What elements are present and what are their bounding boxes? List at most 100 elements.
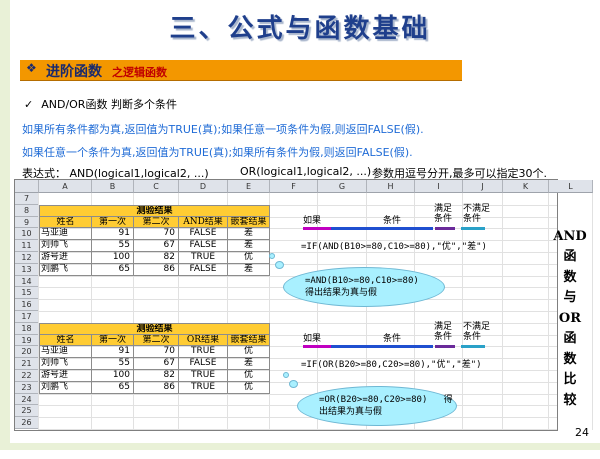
table2-cell[interactable]: 优	[228, 370, 270, 382]
annot1-cloud-text: =AND(B10>=80,C10>=80) 得出结果为真与假	[305, 275, 419, 298]
table2-cell[interactable]: TRUE	[179, 381, 228, 394]
table2-cell[interactable]: 70	[134, 346, 179, 359]
table2-cell[interactable]: 优	[228, 381, 270, 394]
table2-header-2: 第二次	[134, 334, 179, 347]
table1-cell[interactable]: 游号进	[39, 252, 92, 264]
row-header-16[interactable]: 16	[15, 299, 39, 311]
row-header-19[interactable]: 19	[15, 334, 39, 347]
row-header-21[interactable]: 21	[15, 358, 39, 370]
table1-header-3: AND结果	[179, 216, 228, 229]
column-header-i[interactable]: I	[415, 180, 463, 193]
table2-cell[interactable]: 67	[134, 358, 179, 370]
annot1-bar-unsatisfied	[461, 226, 485, 230]
table1-cell[interactable]: FALSE	[179, 228, 228, 241]
row-header-11[interactable]: 11	[15, 240, 39, 252]
row-header-12[interactable]: 12	[15, 252, 39, 264]
column-header-d[interactable]: D	[179, 180, 228, 193]
table2-cell[interactable]: 91	[92, 346, 134, 359]
annot2-formula: =IF(OR(B20>=80,C20>=80),"优","差")	[301, 360, 482, 371]
column-header-c[interactable]: C	[134, 180, 179, 193]
row-header-15[interactable]: 15	[15, 287, 39, 300]
table2-cell[interactable]: 优	[228, 346, 270, 359]
annot2-label-if: 如果	[303, 333, 322, 344]
table1-cell[interactable]: 91	[92, 228, 134, 241]
table1-cell[interactable]: 70	[134, 228, 179, 241]
table2-cell[interactable]: 游号进	[39, 370, 92, 382]
table2-cell[interactable]: 55	[92, 358, 134, 370]
side-label-char: 函	[563, 331, 577, 347]
table1-cell[interactable]: FALSE	[179, 240, 228, 252]
table2-cell[interactable]: 马亚迪	[39, 346, 92, 359]
column-header-g[interactable]: G	[318, 180, 367, 193]
table2-cell[interactable]: FALSE	[179, 358, 228, 370]
annot1-bar-satisfied	[435, 226, 455, 230]
row-header-8[interactable]: 8	[15, 204, 39, 217]
table2-cell[interactable]: 刘帅飞	[39, 358, 92, 370]
table1-header-0: 姓名	[39, 216, 92, 229]
column-header-j[interactable]: J	[463, 180, 503, 193]
row-header-13[interactable]: 13	[15, 263, 39, 276]
table2-header-0: 姓名	[39, 334, 92, 347]
table1-cell[interactable]: 刘鹏飞	[39, 263, 92, 276]
row-header-23[interactable]: 23	[15, 381, 39, 394]
table2-cell[interactable]: TRUE	[179, 346, 228, 359]
table1-cell[interactable]: TRUE	[179, 252, 228, 264]
annot1-cloud-tail	[275, 260, 284, 269]
table1-cell[interactable]: 65	[92, 263, 134, 276]
column-header-f[interactable]: F	[270, 180, 318, 193]
table1-cell[interactable]: 67	[134, 240, 179, 252]
table2-cell[interactable]: 100	[92, 370, 134, 382]
table1-cell[interactable]: 差	[228, 263, 270, 276]
table1-cell[interactable]: 优	[228, 252, 270, 264]
row-header-17[interactable]: 17	[15, 311, 39, 323]
table1-cell[interactable]: FALSE	[179, 263, 228, 276]
table2-cell[interactable]: 65	[92, 381, 134, 394]
row-header-20[interactable]: 20	[15, 346, 39, 359]
column-header-h[interactable]: H	[367, 180, 415, 193]
table1-cell[interactable]: 100	[92, 252, 134, 264]
row-header-18[interactable]: 18	[15, 322, 39, 335]
slide-bottom-strip	[0, 443, 600, 450]
gridline-horizontal	[39, 311, 557, 312]
diamond-bullet-icon: ❖	[26, 61, 37, 75]
or-syntax: OR(logical1,logical2, ...)	[240, 165, 372, 178]
table1-cell[interactable]: 差	[228, 240, 270, 252]
row-header-26[interactable]: 26	[15, 417, 39, 429]
side-label-char: 比	[563, 372, 577, 388]
table2-cell[interactable]: 86	[134, 381, 179, 394]
row-header-22[interactable]: 22	[15, 370, 39, 382]
table1-cell[interactable]: 86	[134, 263, 179, 276]
row-header-10[interactable]: 10	[15, 228, 39, 241]
topic-line: ✓ AND/OR函数 判断多个条件	[24, 96, 177, 112]
table2-cell[interactable]: 差	[228, 358, 270, 370]
table1-cell[interactable]: 刘帅飞	[39, 240, 92, 252]
column-header-e[interactable]: E	[228, 180, 270, 193]
table2-cell[interactable]: 82	[134, 370, 179, 382]
column-header-a[interactable]: A	[39, 180, 92, 193]
row-header-25[interactable]: 25	[15, 405, 39, 418]
table1-cell[interactable]: 82	[134, 252, 179, 264]
column-header-l[interactable]: L	[549, 180, 593, 193]
table1-cell[interactable]: 55	[92, 240, 134, 252]
annot2-label-condition: 条件	[383, 333, 402, 344]
page-number: 24	[575, 426, 589, 439]
annot1-formula: =IF(AND(B10>=80,C10>=80),"优","差")	[301, 242, 487, 253]
row-header-9[interactable]: 9	[15, 216, 39, 229]
annot1-bar-if	[303, 226, 331, 230]
annot2-label-satisfied: 满足 条件	[434, 321, 453, 342]
table1-cell[interactable]: 马亚迪	[39, 228, 92, 241]
annot1-label-if: 如果	[303, 215, 322, 226]
row-header-24[interactable]: 24	[15, 393, 39, 406]
row-header-14[interactable]: 14	[15, 275, 39, 288]
table1-title: 测验结果	[39, 204, 270, 217]
column-header-k[interactable]: K	[503, 180, 549, 193]
select-all-corner[interactable]	[15, 180, 39, 193]
table2-cell[interactable]: 刘鹏飞	[39, 381, 92, 394]
row-header-7[interactable]: 7	[15, 193, 39, 205]
column-header-b[interactable]: B	[92, 180, 134, 193]
table2-cell[interactable]: TRUE	[179, 370, 228, 382]
slide-title: 三、公式与函数基础	[169, 14, 431, 44]
side-label-char: 数	[563, 351, 577, 367]
table1-cell[interactable]: 差	[228, 228, 270, 241]
annot2-label-unsatisfied: 不满足 条件	[463, 321, 491, 342]
